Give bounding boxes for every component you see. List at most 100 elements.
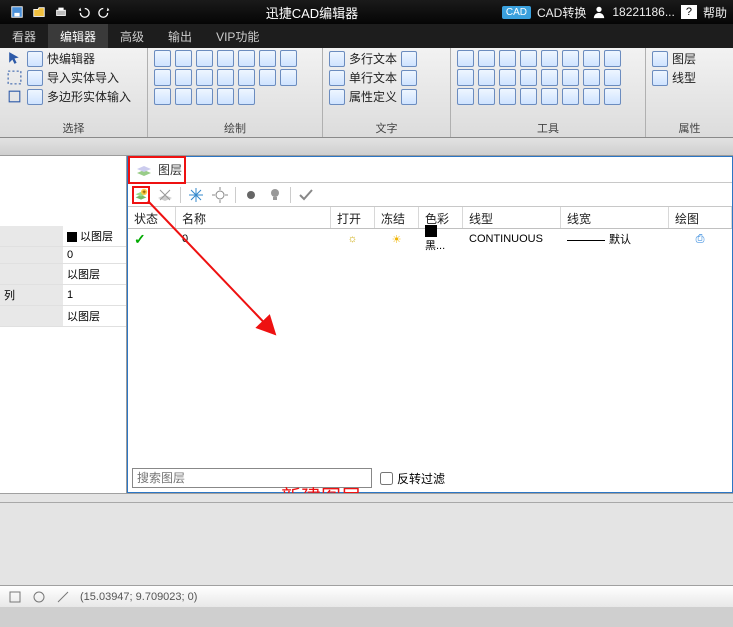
move-icon[interactable] [457, 50, 474, 67]
import-solid-btn[interactable]: 导入实体导入 [47, 69, 119, 86]
array-icon[interactable] [562, 50, 579, 67]
arc-icon[interactable] [217, 50, 234, 67]
new-layer-button[interactable] [132, 186, 150, 204]
prop-val[interactable]: 以图层 [63, 264, 126, 285]
mtext-icon[interactable] [329, 51, 345, 67]
sb-icon2[interactable] [32, 590, 46, 604]
qat-save-icon[interactable] [10, 5, 24, 19]
t4-icon[interactable] [520, 88, 537, 105]
align-icon[interactable] [583, 50, 600, 67]
layer-icon[interactable] [652, 51, 668, 67]
attrdef-btn[interactable]: 属性定义 [349, 88, 397, 105]
col-on[interactable]: 打开 [331, 207, 375, 228]
mirror-icon[interactable] [520, 50, 537, 67]
qat-open-icon[interactable] [32, 5, 46, 19]
qat-undo-icon[interactable] [76, 5, 90, 19]
explode-icon[interactable] [604, 69, 621, 86]
help-badge[interactable]: ? [681, 5, 697, 19]
t6-icon[interactable] [562, 88, 579, 105]
offset-icon[interactable] [583, 69, 600, 86]
circle-icon[interactable] [238, 50, 255, 67]
bulb-on-icon[interactable]: ☼ [347, 233, 357, 245]
layer-btn[interactable]: 图层 [672, 50, 696, 67]
rect-icon[interactable] [280, 50, 297, 67]
import-solid-icon[interactable] [27, 70, 43, 86]
ring-icon[interactable] [259, 69, 276, 86]
scale-icon[interactable] [541, 50, 558, 67]
layer-row[interactable]: ✓ 0 ☼ ☀ 黑... CONTINUOUS 默认 ⎙ [128, 229, 732, 249]
prop-val[interactable]: 1 [63, 285, 126, 306]
t3-icon[interactable] [499, 88, 516, 105]
mtext-ext-icon[interactable] [401, 51, 417, 67]
linetype-cell[interactable]: CONTINUOUS [463, 233, 561, 245]
break-icon[interactable] [499, 69, 516, 86]
t7-icon[interactable] [583, 88, 600, 105]
lock-icon[interactable] [242, 186, 260, 204]
tab-viewer[interactable]: 看器 [0, 24, 48, 48]
polygon-icon[interactable] [217, 69, 234, 86]
printer-icon[interactable]: ⎙ [696, 233, 705, 245]
freeze-icon[interactable] [187, 186, 205, 204]
invert-filter-input[interactable] [380, 472, 393, 485]
stretch-icon[interactable] [604, 50, 621, 67]
attrdef-icon[interactable] [329, 89, 345, 105]
table-icon[interactable] [238, 88, 255, 105]
join-icon[interactable] [520, 69, 537, 86]
sb-icon1[interactable] [8, 590, 22, 604]
line-icon[interactable] [154, 50, 171, 67]
bulb-icon[interactable] [266, 186, 284, 204]
apply-icon[interactable] [297, 186, 315, 204]
t2-icon[interactable] [478, 88, 495, 105]
quick-editor-icon[interactable] [27, 51, 43, 67]
sb-icon3[interactable] [56, 590, 70, 604]
prop-val[interactable]: 以图层 [63, 306, 126, 327]
point-icon[interactable] [154, 69, 171, 86]
col-plot[interactable]: 绘图 [669, 207, 732, 228]
invert-filter-checkbox[interactable]: 反转过滤 [380, 470, 445, 487]
polyline-icon[interactable] [175, 50, 192, 67]
lineweight-label[interactable]: 默认 [609, 234, 631, 246]
copy-icon[interactable] [478, 50, 495, 67]
col-name[interactable]: 名称 [176, 207, 331, 228]
cursor-icon[interactable] [6, 50, 23, 67]
col-lineweight[interactable]: 线宽 [561, 207, 669, 228]
tab-editor[interactable]: 编辑器 [48, 24, 108, 48]
stext-icon[interactable] [329, 70, 345, 86]
attrdef-ext-icon[interactable] [401, 89, 417, 105]
ray-icon[interactable] [175, 88, 192, 105]
select-rect-icon[interactable] [6, 69, 23, 86]
boundary-icon[interactable] [196, 88, 213, 105]
cloud-icon[interactable] [238, 69, 255, 86]
qat-redo-icon[interactable] [98, 5, 112, 19]
qat-print-icon[interactable] [54, 5, 68, 19]
delete-layer-button[interactable] [156, 186, 174, 204]
col-state[interactable]: 状态 [128, 207, 176, 228]
stext-ext-icon[interactable] [401, 70, 417, 86]
col-freeze[interactable]: 冻结 [375, 207, 419, 228]
fillet-icon[interactable] [541, 69, 558, 86]
cad-convert-link[interactable]: CAD转换 [537, 4, 586, 21]
ellipse-icon[interactable] [259, 50, 276, 67]
linetype-btn[interactable]: 线型 [672, 69, 696, 86]
tab-output[interactable]: 输出 [156, 24, 204, 48]
prop-val[interactable]: 0 [63, 247, 126, 264]
select-poly-icon[interactable] [6, 88, 23, 105]
user-icon[interactable] [592, 5, 606, 19]
trim-icon[interactable] [457, 69, 474, 86]
chamfer-icon[interactable] [562, 69, 579, 86]
poly-input-icon[interactable] [27, 89, 43, 105]
region-icon[interactable] [280, 69, 297, 86]
t1-icon[interactable] [457, 88, 474, 105]
t8-icon[interactable] [604, 88, 621, 105]
stext-btn[interactable]: 单行文本 [349, 69, 397, 86]
poly-input-btn[interactable]: 多边形实体输入 [47, 88, 131, 105]
layer-search-input[interactable] [132, 468, 372, 488]
tab-advanced[interactable]: 高级 [108, 24, 156, 48]
ellipse2-icon[interactable] [196, 69, 213, 86]
thaw-icon[interactable] [211, 186, 229, 204]
mtext-btn[interactable]: 多行文本 [349, 50, 397, 67]
color-swatch-icon[interactable] [425, 225, 437, 237]
wipeout-icon[interactable] [217, 88, 234, 105]
t5-icon[interactable] [541, 88, 558, 105]
tab-vip[interactable]: VIP功能 [204, 24, 271, 48]
